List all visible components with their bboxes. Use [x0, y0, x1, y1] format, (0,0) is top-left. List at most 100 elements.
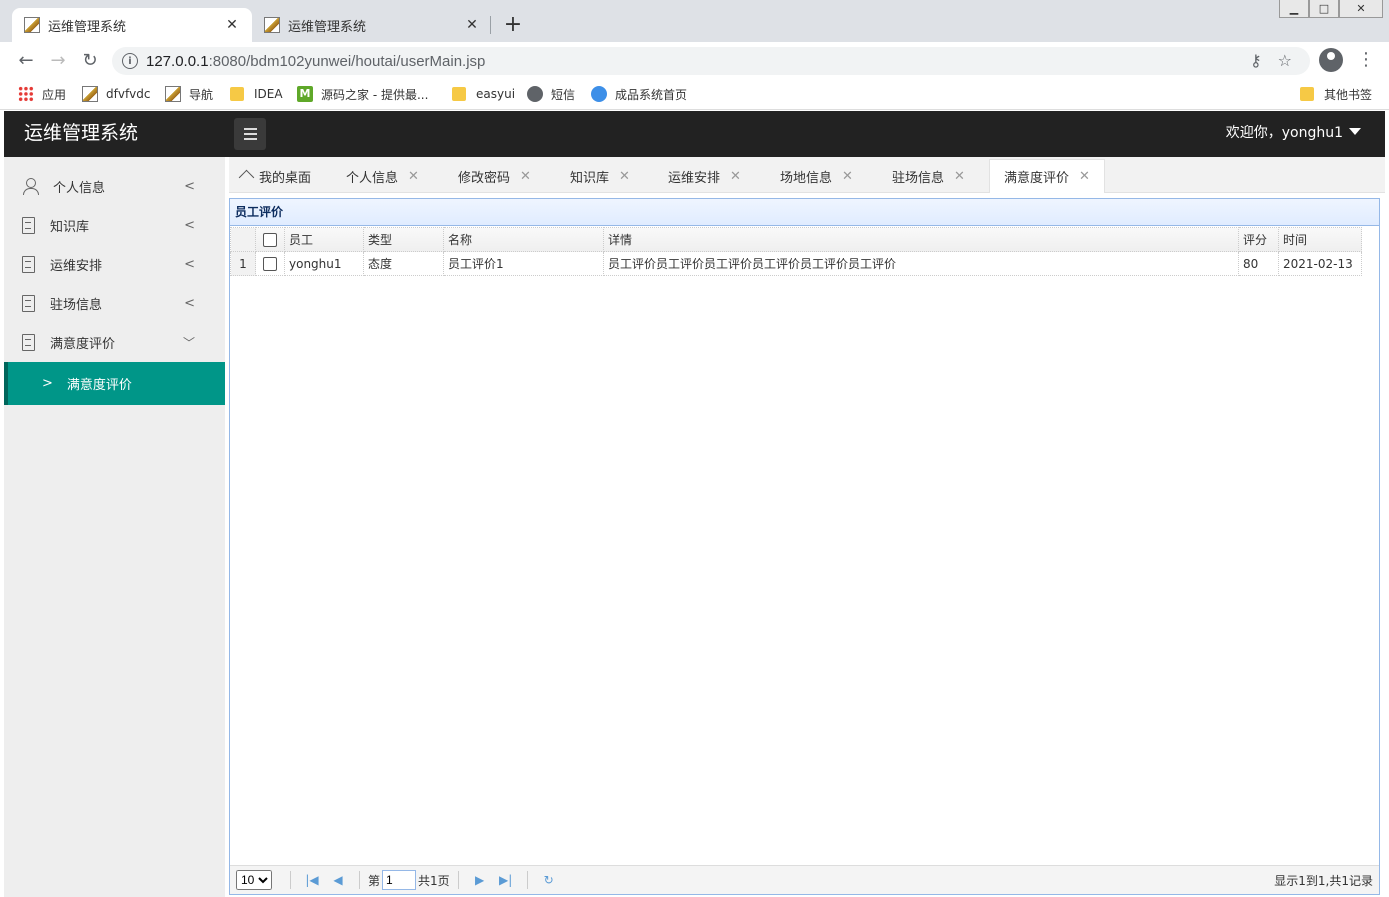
tab-change-password[interactable]: 修改密码 ✕ — [458, 159, 531, 193]
column-header-score[interactable]: 评分 — [1238, 227, 1279, 252]
chevron-left-icon: < — [184, 179, 195, 194]
key-icon[interactable]: ⚷ — [1250, 51, 1262, 70]
row-checkbox-cell — [255, 251, 285, 276]
close-icon[interactable]: ✕ — [408, 169, 419, 184]
url-host: 127.0.0.1 — [146, 52, 209, 70]
bookmark-item[interactable]: 导航 — [165, 84, 213, 104]
sidebar-item-ops-schedule[interactable]: 运维安排 < — [4, 245, 225, 284]
cell-time: 2021-02-13 — [1278, 251, 1362, 276]
sidebar-subitem-satisfaction[interactable]: > 满意度评价 — [4, 362, 225, 405]
tab-label: 运维安排 — [668, 170, 721, 186]
bookmarks-bar: 应用 dfvfvdc 导航 IDEA M 源码之家 - 提供最... easyui… — [0, 78, 1389, 110]
home-circle-icon — [591, 86, 607, 102]
cell-score: 80 — [1238, 251, 1279, 276]
column-header-employee[interactable]: 员工 — [284, 227, 364, 252]
bookmark-item[interactable]: 成品系统首页 — [591, 84, 687, 104]
row-checkbox[interactable] — [263, 256, 277, 271]
profile-avatar-icon[interactable] — [1319, 48, 1343, 72]
bookmark-label: 应用 — [42, 87, 67, 102]
tab-personal-info[interactable]: 个人信息 ✕ — [346, 159, 419, 193]
prev-page-icon[interactable]: ◀ — [328, 873, 348, 887]
apps-grid-icon — [18, 86, 34, 102]
chevron-left-icon: < — [184, 218, 195, 233]
close-icon[interactable]: ✕ — [730, 169, 741, 184]
sidebar-item-personal-info[interactable]: 个人信息 < — [4, 167, 225, 206]
cell-employee: yonghu1 — [284, 251, 364, 276]
bookmark-folder[interactable]: easyui — [452, 84, 515, 104]
column-header-name[interactable]: 名称 — [443, 227, 604, 252]
column-header-detail[interactable]: 详情 — [603, 227, 1239, 252]
star-icon[interactable]: ☆ — [1278, 51, 1292, 70]
tab-onsite-info[interactable]: 驻场信息 ✕ — [892, 159, 965, 193]
tab-venue-info[interactable]: 场地信息 ✕ — [780, 159, 853, 193]
tab-ops-schedule[interactable]: 运维安排 ✕ — [668, 159, 741, 193]
chevron-down-icon: ﹀ — [182, 336, 195, 350]
bookmark-apps[interactable]: 应用 — [18, 84, 66, 104]
close-icon[interactable]: ✕ — [619, 169, 630, 184]
panel-title: 员工评价 — [230, 199, 1379, 226]
page-label: 第 — [368, 873, 381, 888]
reload-icon[interactable]: ↻ — [78, 48, 102, 72]
close-icon[interactable]: ✕ — [1079, 169, 1090, 184]
bookmark-folder[interactable]: IDEA — [230, 84, 283, 104]
chevron-left-icon: < — [184, 257, 195, 272]
window-close-button[interactable]: ✕ — [1339, 0, 1383, 18]
sidebar-item-knowledge-base[interactable]: 知识库 < — [4, 206, 225, 245]
folder-icon — [230, 87, 244, 101]
caret-down-icon — [1349, 128, 1361, 135]
sidebar-item-onsite-info[interactable]: 驻场信息 < — [4, 284, 225, 323]
bookmark-item[interactable]: 短信 — [527, 84, 575, 104]
tab-desktop[interactable]: 我的桌面 — [239, 159, 311, 193]
forward-arrow-icon[interactable]: → — [46, 48, 70, 72]
menu-toggle-button[interactable] — [234, 118, 266, 150]
tab-satisfaction[interactable]: 满意度评价 ✕ — [989, 159, 1105, 193]
select-all-checkbox[interactable] — [263, 232, 277, 247]
address-bar[interactable]: i 127.0.0.1:8080/bdm102yunwei/houtai/use… — [112, 47, 1310, 75]
document-icon — [22, 256, 35, 273]
pager-separator — [526, 871, 528, 889]
tab-knowledge-base[interactable]: 知识库 ✕ — [570, 159, 630, 193]
column-header-type[interactable]: 类型 — [363, 227, 444, 252]
sidebar-item-satisfaction[interactable]: 满意度评价 ﹀ — [4, 323, 225, 362]
sidebar-item-label: 驻场信息 — [50, 298, 103, 313]
maximize-button[interactable]: □ — [1309, 0, 1339, 18]
chevron-left-icon: < — [184, 296, 195, 311]
document-icon — [22, 217, 35, 234]
bookmark-favicon-icon — [82, 86, 98, 102]
user-menu[interactable]: 欢迎你，yonghu1 — [1226, 111, 1361, 155]
bookmark-label: 其他书签 — [1324, 87, 1373, 102]
new-tab-button[interactable]: + — [502, 12, 524, 38]
first-page-icon[interactable]: |◀ — [302, 873, 322, 887]
pager-separator — [457, 871, 459, 889]
record-info: 显示1到1,共1记录 — [1274, 873, 1373, 888]
table-row[interactable]: 1 yonghu1 态度 员工评价1 员工评价员工评价员工评价员工评价员工评价员… — [230, 251, 1362, 276]
column-header-time[interactable]: 时间 — [1278, 227, 1362, 252]
document-icon — [22, 334, 35, 351]
close-icon[interactable]: ✕ — [520, 169, 531, 184]
other-bookmarks[interactable]: 其他书签 — [1300, 84, 1372, 104]
page-size-select[interactable]: 10 — [236, 870, 272, 890]
last-page-icon[interactable]: ▶| — [496, 873, 516, 887]
next-page-icon[interactable]: ▶ — [470, 873, 490, 887]
close-tab-icon[interactable]: ✕ — [464, 17, 480, 33]
back-arrow-icon[interactable]: ← — [14, 48, 38, 72]
refresh-icon[interactable]: ↻ — [539, 873, 559, 887]
browser-menu-icon[interactable]: ⋮ — [1357, 50, 1375, 70]
site-info-icon[interactable]: i — [122, 53, 138, 69]
close-icon[interactable]: ✕ — [954, 169, 965, 184]
url-text: 127.0.0.1:8080/bdm102yunwei/houtai/userM… — [146, 53, 485, 70]
app-header: 运维管理系统 欢迎你，yonghu1 — [4, 111, 1385, 157]
document-icon — [22, 295, 35, 312]
page-favicon-icon — [24, 17, 40, 33]
bookmark-item[interactable]: dfvfvdc — [82, 84, 150, 104]
browser-tab-active[interactable]: 运维管理系统 ✕ — [12, 8, 252, 42]
close-icon[interactable]: ✕ — [842, 169, 853, 184]
minimize-button[interactable]: ▁ — [1279, 0, 1309, 18]
bookmark-label: IDEA — [254, 87, 283, 101]
close-tab-icon[interactable]: ✕ — [224, 17, 240, 33]
evaluation-table: 员工 类型 名称 详情 评分 时间 1 yonghu1 态度 员工评价1 员工评… — [230, 227, 1362, 276]
browser-tab[interactable]: 运维管理系统 ✕ — [252, 8, 492, 42]
page-number-input[interactable] — [382, 870, 417, 890]
browser-tab-title: 运维管理系统 — [48, 19, 127, 35]
bookmark-item[interactable]: M 源码之家 - 提供最... — [297, 84, 428, 104]
